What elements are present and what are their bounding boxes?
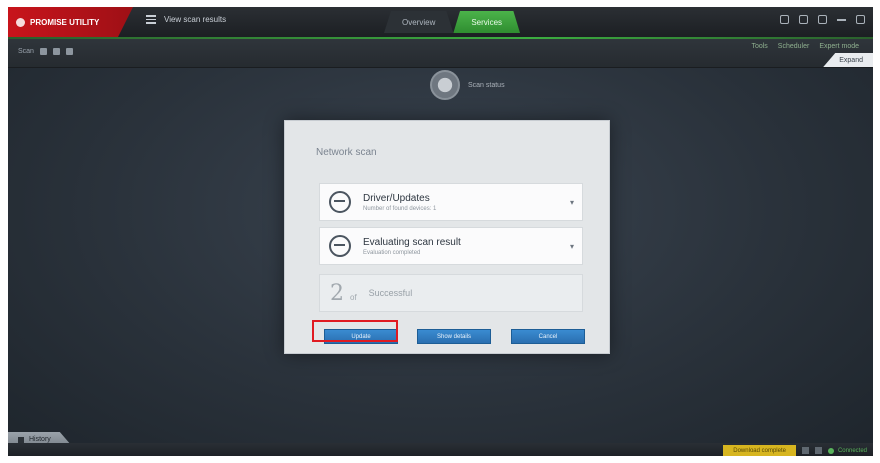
main-tabs: Overview Services <box>384 11 521 33</box>
history-label: History <box>29 436 51 443</box>
scan-dialog: Network scan Driver/Updates Number of fo… <box>284 120 610 354</box>
title-bar: PROMISE UTILITY View scan results Overvi… <box>8 7 873 37</box>
show-details-button[interactable]: Show details <box>417 329 491 344</box>
scan-status: Scan status <box>430 70 505 100</box>
application-window: PROMISE UTILITY View scan results Overvi… <box>8 7 873 456</box>
summary-label: Successful <box>368 288 413 298</box>
forward-icon[interactable] <box>52 48 60 55</box>
hamburger-menu-icon[interactable] <box>146 15 156 24</box>
toolbar-item-scheduler[interactable]: Scheduler <box>778 43 810 50</box>
scan-status-icon <box>430 70 460 100</box>
connection-status: Connected <box>827 447 867 454</box>
brand-logo: PROMISE UTILITY <box>8 7 133 37</box>
status-circle-icon <box>329 235 351 257</box>
window-controls <box>780 15 865 24</box>
summary-count: 2 <box>330 280 344 306</box>
tab-services[interactable]: Services <box>453 11 521 33</box>
status-circle-icon <box>329 191 351 213</box>
result-row-text: Evaluating scan result Evaluation comple… <box>363 237 461 256</box>
minimize-icon[interactable] <box>837 18 846 21</box>
connection-status-icon <box>827 447 834 454</box>
settings-icon[interactable] <box>799 15 808 24</box>
download-status-button[interactable]: Download complete <box>723 445 796 456</box>
help-icon[interactable] <box>780 15 789 24</box>
result-row-subtitle: Evaluation completed <box>363 249 421 256</box>
toolbar: Scan Tools Scheduler Expert mode Expand <box>8 39 873 68</box>
expand-button[interactable]: Expand <box>823 53 873 67</box>
result-row-evaluating[interactable]: Evaluating scan result Evaluation comple… <box>319 227 583 265</box>
toolbar-left-group: Scan <box>18 48 73 55</box>
brand-logo-icon <box>16 17 25 27</box>
dialog-title: Network scan <box>316 147 377 158</box>
summary-unit: of <box>350 293 357 302</box>
summary-row: 2 of Successful <box>319 274 583 312</box>
highlight-annotation-box <box>312 320 398 342</box>
notification-icon[interactable] <box>801 447 809 454</box>
info-icon[interactable] <box>814 447 822 454</box>
result-row-title: Evaluating scan result <box>363 236 461 248</box>
result-row-subtitle: Number of found devices: 1 <box>363 205 437 212</box>
scan-status-label: Scan status <box>468 81 505 89</box>
toolbar-item-tools[interactable]: Tools <box>751 43 767 50</box>
result-row-text: Driver/Updates Number of found devices: … <box>363 193 436 212</box>
toolbar-right-group: Tools Scheduler Expert mode <box>751 43 859 50</box>
toolbar-scan-label[interactable]: Scan <box>18 48 34 55</box>
brand-name: PROMISE UTILITY <box>30 17 100 27</box>
chevron-down-icon[interactable]: ▾ <box>570 198 574 207</box>
result-row-driver-updates[interactable]: Driver/Updates Number of found devices: … <box>319 183 583 221</box>
close-icon[interactable] <box>856 15 865 24</box>
status-bar-right: Download complete Connected <box>723 445 867 456</box>
tab-overview[interactable]: Overview <box>384 11 454 33</box>
connection-status-label: Connected <box>837 447 867 454</box>
back-icon[interactable] <box>39 48 47 55</box>
cancel-button[interactable]: Cancel <box>511 329 585 344</box>
history-icon <box>18 436 24 443</box>
main-menu[interactable]: View scan results <box>146 15 226 24</box>
result-row-title: Driver/Updates <box>363 192 430 204</box>
refresh-icon[interactable] <box>65 48 73 55</box>
menu-label[interactable]: View scan results <box>164 15 226 24</box>
account-icon[interactable] <box>818 15 827 24</box>
chevron-down-icon[interactable]: ▾ <box>570 242 574 251</box>
toolbar-item-expert-mode[interactable]: Expert mode <box>819 43 859 50</box>
